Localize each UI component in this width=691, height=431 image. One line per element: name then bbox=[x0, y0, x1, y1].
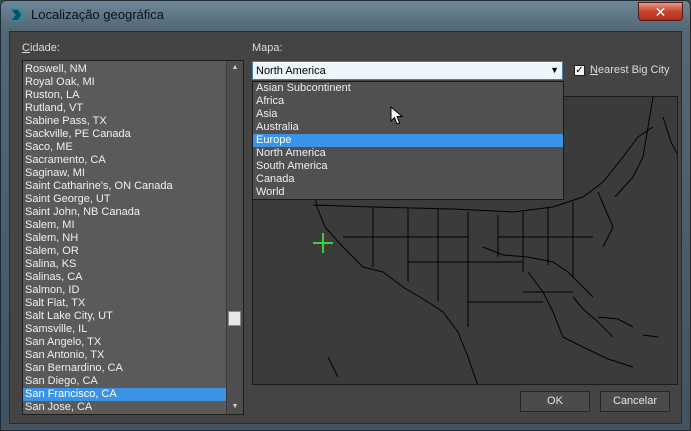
city-list-item[interactable]: Saco, ME bbox=[23, 141, 227, 154]
chevron-down-icon[interactable]: ▼ bbox=[550, 65, 559, 75]
city-list-item[interactable]: Salem, MI bbox=[23, 219, 227, 232]
city-list-item[interactable]: San Diego, CA bbox=[23, 375, 227, 388]
map-dropdown-list[interactable]: Asian Subcontinent Africa Asia Australia Eur… bbox=[252, 81, 564, 200]
close-button[interactable]: ✕ bbox=[638, 2, 683, 21]
dialog-body: Cidade: Mapa: Roswell, NM Royal Oak, MI Ru… bbox=[9, 31, 682, 424]
nearest-big-city-label[interactable]: Nearest Big City bbox=[590, 64, 669, 76]
city-list-scrollbar[interactable]: ▲ ▼ bbox=[226, 61, 243, 414]
city-list-item[interactable]: Sackville, PE Canada bbox=[23, 128, 227, 141]
ok-button[interactable]: OK bbox=[520, 391, 590, 412]
map-select-value: North America bbox=[256, 65, 326, 77]
dialog-window: Localização geográfica ✕ Cidade: Mapa: R… bbox=[0, 0, 691, 431]
map-option[interactable]: Australia bbox=[253, 121, 563, 134]
city-list-item[interactable]: Salt Flat, TX bbox=[23, 297, 227, 310]
close-icon: ✕ bbox=[654, 4, 667, 20]
location-marker bbox=[313, 233, 333, 253]
map-option[interactable]: Asia bbox=[253, 108, 563, 121]
city-list-item[interactable]: San Bernardino, CA bbox=[23, 362, 227, 375]
city-list-items: Roswell, NM Royal Oak, MI Ruston, LA Rutlan… bbox=[23, 63, 227, 414]
city-list[interactable]: Roswell, NM Royal Oak, MI Ruston, LA Rutlan… bbox=[22, 60, 244, 415]
window-title: Localização geográfica bbox=[31, 7, 164, 22]
map-option[interactable]: Europe bbox=[253, 134, 563, 147]
city-list-item[interactable]: Salmon, ID bbox=[23, 284, 227, 297]
city-list-item[interactable]: San Jose, CA bbox=[23, 401, 227, 414]
map-option[interactable]: Africa bbox=[253, 95, 563, 108]
city-list-item[interactable]: Saint Catharine's, ON Canada bbox=[23, 180, 227, 193]
map-option[interactable]: Canada bbox=[253, 173, 563, 186]
city-list-item[interactable]: San Angelo, TX bbox=[23, 336, 227, 349]
city-list-item[interactable]: Roswell, NM bbox=[23, 63, 227, 76]
city-list-item[interactable]: Salem, NH bbox=[23, 232, 227, 245]
city-list-item[interactable]: Salinas, CA bbox=[23, 271, 227, 284]
map-option[interactable]: South America bbox=[253, 160, 563, 173]
map-option[interactable]: Asian Subcontinent bbox=[253, 82, 563, 95]
city-list-item[interactable]: Sabine Pass, TX bbox=[23, 115, 227, 128]
city-list-item[interactable]: San Francisco, CA bbox=[23, 388, 227, 401]
city-list-item[interactable]: Salt Lake City, UT bbox=[23, 310, 227, 323]
nearest-big-city-checkbox[interactable]: ✓ bbox=[574, 65, 585, 76]
scroll-up-icon[interactable]: ▲ bbox=[227, 61, 243, 75]
scroll-thumb[interactable] bbox=[228, 311, 241, 326]
city-list-item[interactable]: Sacramento, CA bbox=[23, 154, 227, 167]
title-bar[interactable]: Localização geográfica ✕ bbox=[1, 1, 690, 29]
city-list-item[interactable]: Saint John, NB Canada bbox=[23, 206, 227, 219]
city-list-item[interactable]: Salina, KS bbox=[23, 258, 227, 271]
city-list-item[interactable]: Samsville, IL bbox=[23, 323, 227, 336]
scroll-down-icon[interactable]: ▼ bbox=[227, 400, 243, 414]
map-option[interactable]: World bbox=[253, 186, 563, 199]
city-list-item[interactable]: Salem, OR bbox=[23, 245, 227, 258]
map-label: Mapa: bbox=[252, 42, 283, 54]
map-select[interactable]: North America ▼ bbox=[252, 61, 563, 80]
city-list-item[interactable]: Saginaw, MI bbox=[23, 167, 227, 180]
city-list-item[interactable]: Rutland, VT bbox=[23, 102, 227, 115]
city-list-item[interactable]: San Antonio, TX bbox=[23, 349, 227, 362]
city-label: Cidade: bbox=[22, 42, 60, 54]
cancel-button[interactable]: Cancelar bbox=[600, 391, 670, 412]
map-option[interactable]: North America bbox=[253, 147, 563, 160]
city-list-item[interactable]: Royal Oak, MI bbox=[23, 76, 227, 89]
mouse-pointer-icon bbox=[390, 106, 404, 125]
city-list-item[interactable]: Saint George, UT bbox=[23, 193, 227, 206]
city-list-item[interactable]: Ruston, LA bbox=[23, 89, 227, 102]
app-logo-icon bbox=[10, 8, 24, 22]
